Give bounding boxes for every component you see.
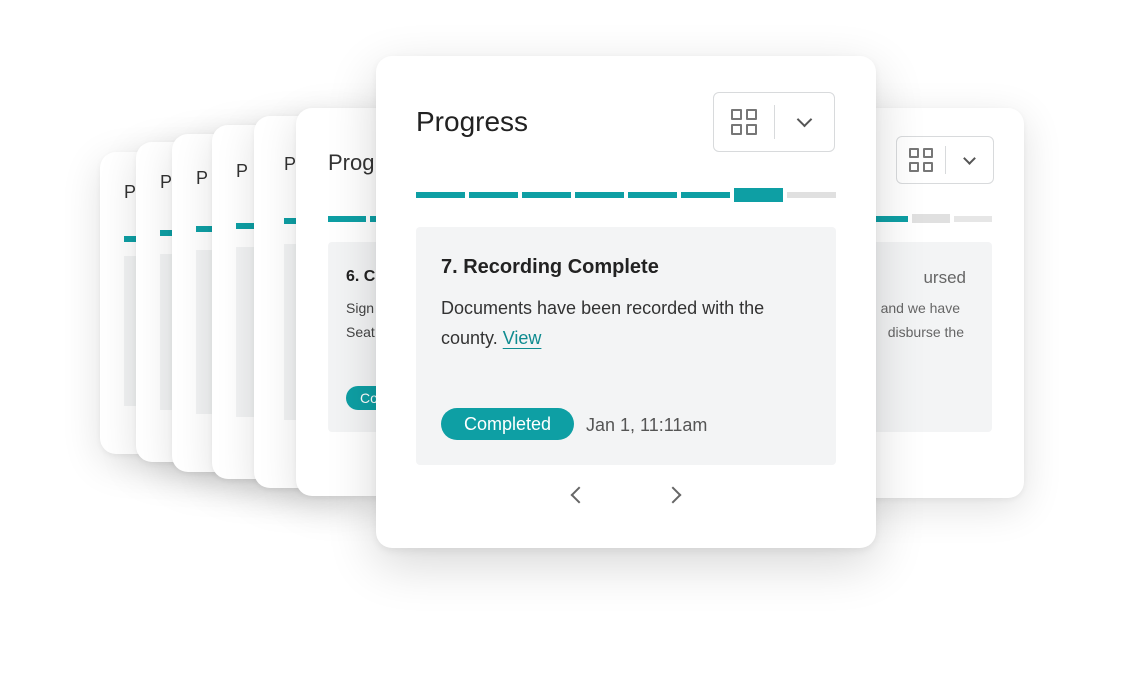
progress-bar: [416, 188, 836, 204]
progress-card: Progress 7. Recording Complete Documents…: [376, 56, 876, 548]
grid-view-icon: [731, 109, 757, 135]
step-description-text: Documents have been recorded with the co…: [441, 298, 765, 348]
next-card-layout-button[interactable]: [897, 137, 945, 183]
next-step-button[interactable]: [662, 480, 690, 510]
next-step-desc-line1: and we have: [880, 300, 960, 316]
dropdown-button[interactable]: [775, 93, 834, 151]
chevron-left-icon: [570, 486, 588, 504]
next-card-dropdown-button[interactable]: [946, 137, 993, 183]
step-title: 7. Recording Complete: [441, 256, 659, 278]
previous-step-desc-line2: Seat: [346, 324, 375, 340]
next-step-desc-line2: disburse the: [887, 324, 964, 340]
card-title: Progress: [416, 106, 529, 137]
previous-card-title: Prog: [328, 150, 375, 175]
progress-segment-1: [416, 192, 465, 198]
progress-segment-6: [681, 192, 730, 198]
status-label: Completed: [463, 414, 552, 434]
layout-toggle-button[interactable]: [714, 93, 774, 151]
current-step-panel: 7. Recording Complete Documents have bee…: [416, 227, 836, 465]
progress-segment-3: [522, 192, 571, 198]
view-link[interactable]: View: [503, 328, 542, 348]
stacked-card-title: P: [124, 182, 137, 202]
chevron-down-icon: [963, 151, 976, 165]
next-card-progress-segment: [912, 214, 950, 223]
progress-segment-8: [787, 192, 836, 198]
chevron-down-icon: [796, 111, 813, 128]
progress-segment-7-current: [734, 188, 783, 202]
view-controls: [713, 92, 835, 152]
stacked-card-title: P: [160, 172, 173, 192]
step-description: Documents have been recorded with the co…: [441, 293, 811, 353]
previous-step-title: 6. C: [346, 268, 376, 285]
next-card-view-controls: [896, 136, 994, 184]
next-step-title: ursed: [923, 268, 966, 287]
next-card-progress-segment: [954, 216, 992, 222]
stacked-card-title: P: [284, 154, 297, 174]
chevron-right-icon: [664, 486, 682, 504]
stacked-card-title: P: [196, 168, 209, 188]
stacked-card-title: P: [236, 161, 249, 181]
progress-segment-5: [628, 192, 677, 198]
progress-segment-2: [469, 192, 518, 198]
previous-step-button[interactable]: [562, 480, 590, 510]
progress-segment-4: [575, 192, 624, 198]
status-badge: Completed: [441, 408, 574, 440]
grid-view-icon: [909, 148, 933, 172]
previous-step-desc-line1: Sign: [346, 300, 375, 316]
step-timestamp: Jan 1, 11:11am: [586, 415, 708, 435]
previous-card-progress-segment: [328, 216, 366, 222]
